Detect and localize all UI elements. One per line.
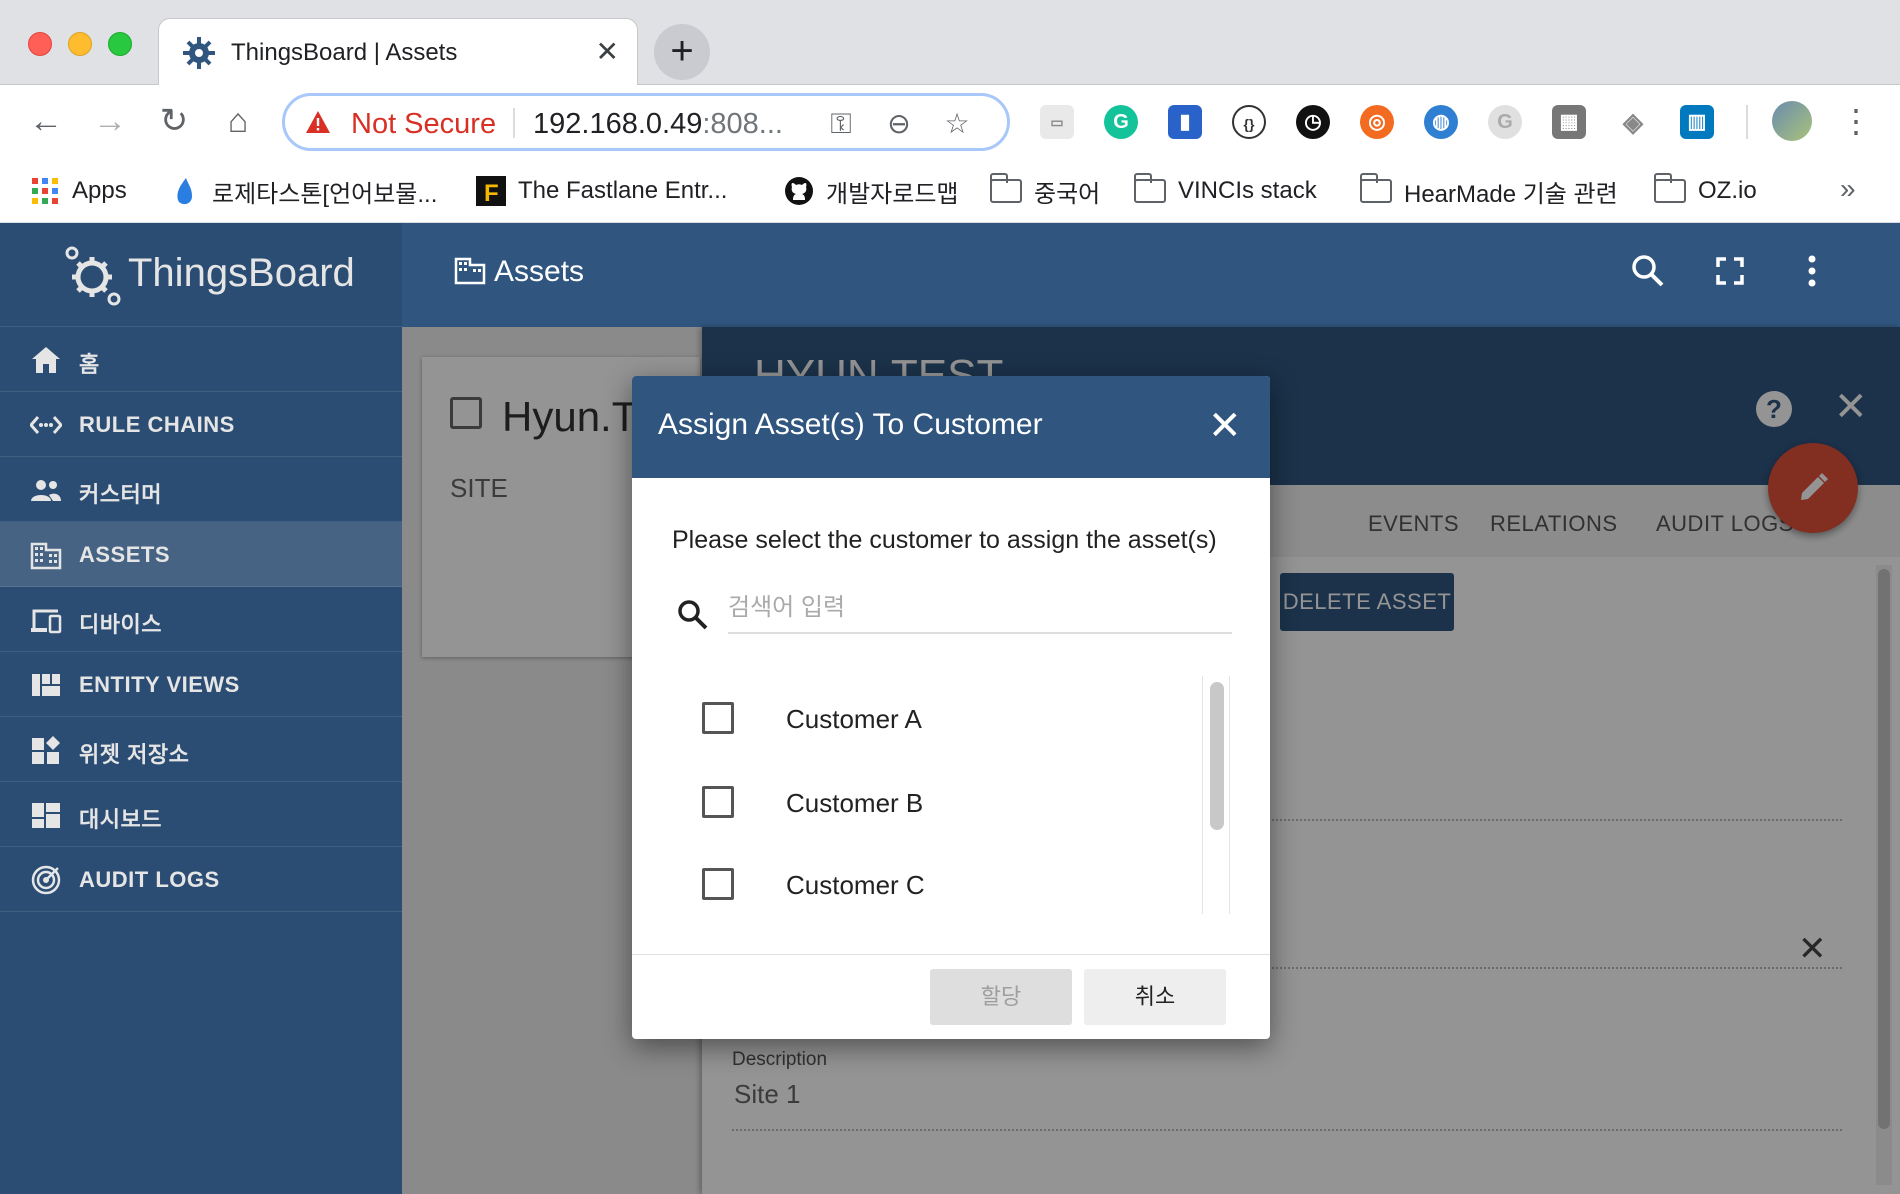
fastlane-logo-icon: F (476, 176, 506, 206)
customer-label: Customer C (786, 870, 925, 900)
bookmark-label: VINCIs stack (1178, 177, 1317, 204)
folder-icon (1360, 173, 1392, 203)
modal-backdrop-sidebar (0, 223, 402, 1194)
fullscreen-icon[interactable] (1708, 249, 1752, 293)
dialog-prompt: Please select the customer to assign the… (672, 526, 1217, 554)
customer-checkbox[interactable] (702, 868, 734, 900)
bookmark-label: 중국어 (1034, 180, 1101, 208)
browser-tab[interactable]: ThingsBoard | Assets ✕ (158, 18, 638, 86)
extension-globe-icon[interactable]: ◍ (1424, 105, 1458, 139)
top-app-bar: Assets (402, 223, 1900, 327)
extension-reader-icon[interactable]: ▭ (1040, 105, 1074, 139)
customer-checkbox[interactable] (702, 702, 734, 734)
customer-search-input[interactable] (728, 584, 1232, 634)
bookmark-label: OZ.io (1698, 177, 1757, 204)
bookmark-hearmade[interactable]: HearMade 기술 관련 (1360, 173, 1618, 209)
window-minimize-button[interactable] (68, 32, 92, 56)
search-icon[interactable] (1626, 249, 1670, 293)
bookmark-label: Apps (72, 177, 127, 204)
extension-ubuntu-icon[interactable]: ◎ (1360, 105, 1394, 139)
dialog-title: Assign Asset(s) To Customer (658, 408, 1043, 441)
dialog-footer: 할당 취소 (632, 954, 1270, 1039)
svg-text:F: F (484, 180, 499, 206)
bookmark-label: 개발자로드맵 (826, 180, 959, 208)
extension-json-icon[interactable]: {} (1232, 105, 1266, 139)
customer-list: Customer A Customer B Customer C (632, 676, 1270, 916)
bookmark-label: 로제타스톤[언어보물... (212, 180, 438, 208)
extension-trello-icon[interactable]: ▥ (1680, 105, 1714, 139)
customer-label: Customer A (786, 704, 922, 734)
folder-icon (1134, 173, 1166, 203)
bookmark-vincis-stack[interactable]: VINCIs stack (1134, 173, 1317, 209)
extension-layout-icon[interactable]: ▦ (1552, 105, 1586, 139)
bookmark-label: The Fastlane Entr... (518, 177, 728, 204)
building-icon (454, 257, 486, 285)
extension-clock-icon[interactable]: ◷ (1296, 105, 1330, 139)
zoom-out-icon[interactable]: ⊖ (883, 108, 915, 140)
apps-grid-icon (32, 178, 58, 204)
folder-icon (990, 173, 1022, 203)
warning-icon (306, 111, 330, 133)
new-tab-button[interactable]: + (654, 24, 710, 80)
window-close-button[interactable] (28, 32, 52, 56)
url-rest: :808... (702, 108, 783, 140)
window-zoom-button[interactable] (108, 32, 132, 56)
browser-toolbar: ← → ↻ ⌂ Not Secure 192.168.0.49:808... ⚿… (0, 85, 1900, 159)
extension-tags-icon[interactable]: ◈ (1616, 105, 1650, 139)
page-title-text: Assets (494, 255, 585, 288)
tab-close-icon[interactable]: ✕ (596, 35, 619, 69)
assign-button[interactable]: 할당 (930, 969, 1072, 1025)
assign-customer-dialog: Assign Asset(s) To Customer ✕ Please sel… (632, 376, 1270, 1039)
address-bar[interactable]: Not Secure 192.168.0.49:808... ⚿ ⊖ ☆ (282, 93, 1010, 151)
toolbar-divider (1746, 105, 1748, 139)
bookmark-label: HearMade 기술 관련 (1404, 180, 1618, 208)
bookmark-dev-roadmap[interactable]: 개발자로드맵 (784, 173, 958, 209)
bookmark-fastlane[interactable]: F The Fastlane Entr... (476, 173, 727, 209)
tab-title: ThingsBoard | Assets (231, 39, 458, 66)
dialog-close-icon[interactable]: ✕ (1208, 406, 1242, 446)
list-scrollbar-thumb[interactable] (1210, 682, 1224, 830)
browser-menu-icon[interactable]: ⋮ (1840, 101, 1872, 141)
thingsboard-favicon-icon (183, 37, 215, 69)
more-vert-icon[interactable] (1790, 249, 1834, 293)
bookmark-rosetta[interactable]: 로제타스톤[언어보물... (170, 173, 437, 209)
extension-g-grey-icon[interactable]: G (1488, 105, 1522, 139)
folder-icon (1654, 173, 1686, 203)
key-icon[interactable]: ⚿ (825, 108, 857, 140)
bookmark-star-icon[interactable]: ☆ (941, 108, 973, 140)
not-secure-label[interactable]: Not Secure (351, 108, 496, 141)
bookmark-oz-io[interactable]: OZ.io (1654, 173, 1757, 209)
profile-avatar[interactable] (1772, 101, 1812, 141)
bookmarks-bar: Apps 로제타스톤[언어보물... F The Fastlane Entr..… (0, 159, 1900, 223)
rosetta-drop-icon (177, 178, 192, 205)
bookmarks-overflow-icon[interactable]: » (1840, 173, 1856, 205)
list-item[interactable]: Customer A (632, 676, 1232, 760)
list-item[interactable]: Customer C (632, 842, 1232, 916)
page-title: Assets (454, 255, 584, 289)
extension-grammarly-icon[interactable]: G (1104, 105, 1138, 139)
reload-icon[interactable]: ↻ (154, 101, 194, 141)
customer-label: Customer B (786, 788, 924, 818)
dialog-header: Assign Asset(s) To Customer ✕ (632, 376, 1270, 478)
customer-checkbox[interactable] (702, 786, 734, 818)
browser-tab-bar: ThingsBoard | Assets ✕ + (0, 0, 1900, 86)
back-arrow-icon[interactable]: ← (26, 101, 66, 141)
url-text[interactable]: 192.168.0.49:808... (533, 108, 783, 141)
list-item[interactable]: Customer B (632, 760, 1232, 844)
forward-arrow-icon[interactable]: → (90, 101, 130, 141)
home-browser-icon[interactable]: ⌂ (218, 101, 258, 141)
github-icon (785, 177, 813, 205)
search-icon (678, 600, 708, 630)
url-host: 192.168.0.49 (533, 108, 703, 140)
extension-bookmark-icon[interactable]: ▮ (1168, 105, 1202, 139)
omnibox-divider (513, 108, 515, 138)
cancel-button[interactable]: 취소 (1084, 969, 1226, 1025)
screen: ThingsBoard | Assets ✕ + ← → ↻ ⌂ Not Sec… (0, 0, 1900, 1194)
bookmark-apps[interactable]: Apps (30, 173, 127, 209)
bookmark-chinese[interactable]: 중국어 (990, 173, 1100, 209)
